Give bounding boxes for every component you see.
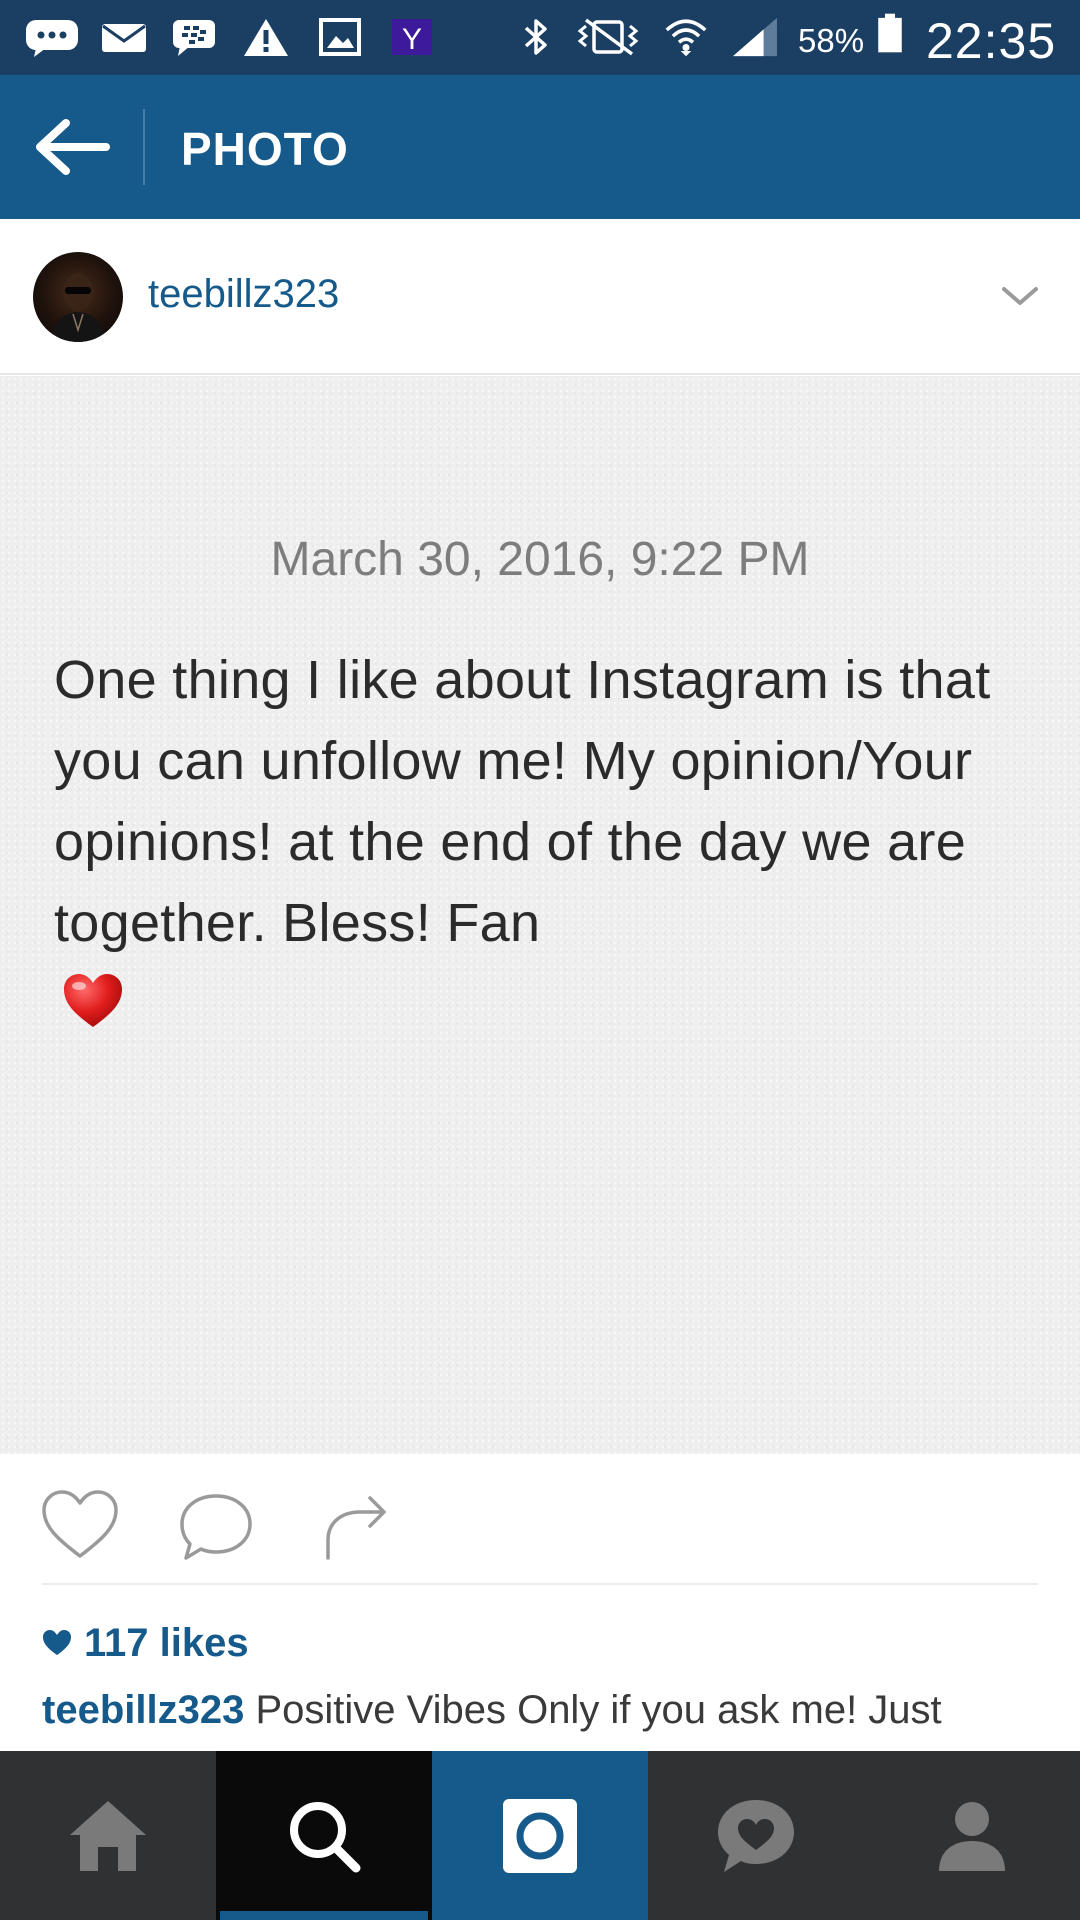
signal-icon <box>733 17 777 57</box>
note-date: March 30, 2016, 9:22 PM <box>270 533 810 586</box>
post-header: teebillz323 <box>0 219 1080 375</box>
post-actions <box>0 1454 1080 1584</box>
wifi-icon <box>665 19 707 57</box>
likes-count: 117 likes <box>84 1620 249 1665</box>
actions-divider <box>42 1583 1038 1585</box>
battery-icon <box>878 13 902 53</box>
note-text: One thing I like about Instagram is that… <box>54 650 991 953</box>
back-button[interactable] <box>28 111 118 183</box>
active-tab-indicator <box>220 1911 428 1920</box>
page-title: PHOTO <box>181 123 349 175</box>
svg-text:Y: Y <box>402 23 422 56</box>
chevron-down-icon[interactable] <box>996 279 1044 315</box>
arrow-left-icon <box>36 119 110 175</box>
yahoo-icon: Y <box>392 19 432 56</box>
status-bar: Y 58% 22:35 <box>0 0 1080 75</box>
post-username[interactable]: teebillz323 <box>148 272 339 317</box>
battery-percent: 58% <box>798 22 865 59</box>
gallery-icon <box>319 18 361 56</box>
bbm-icon <box>173 20 215 56</box>
search-icon <box>290 1801 361 1872</box>
nav-camera[interactable] <box>432 1751 648 1920</box>
app-bar-divider <box>143 109 145 185</box>
heart-filled-icon <box>43 1630 71 1655</box>
comment-bubble-icon[interactable] <box>176 1488 256 1564</box>
nav-profile[interactable] <box>864 1751 1080 1920</box>
red-heart-emoji <box>64 974 122 1027</box>
nav-search[interactable] <box>216 1751 432 1920</box>
profile-icon <box>939 1801 1005 1871</box>
post-image[interactable]: March 30, 2016, 9:22 PM One thing I like… <box>0 376 1080 1454</box>
mail-icon <box>102 24 146 52</box>
avatar[interactable] <box>33 252 123 342</box>
chat-bubble-icon <box>26 20 78 57</box>
share-arrow-icon[interactable] <box>316 1488 396 1564</box>
home-icon <box>70 1800 146 1871</box>
caption-text: Positive Vibes Only if you ask me! Just <box>255 1688 942 1732</box>
app-bar: PHOTO <box>0 75 1080 219</box>
clock: 22:35 <box>926 13 1057 69</box>
avatar-photo <box>51 273 105 342</box>
camera-icon <box>503 1798 577 1873</box>
caption: teebillz323 Positive Vibes Only if you a… <box>42 1688 1052 1733</box>
nav-home[interactable] <box>0 1751 216 1920</box>
warning-icon <box>244 19 288 56</box>
caption-username[interactable]: teebillz323 <box>42 1688 244 1732</box>
bluetooth-icon <box>524 19 547 55</box>
heart-outline-icon[interactable] <box>40 1488 120 1564</box>
vibrate-icon <box>577 18 639 56</box>
bottom-nav <box>0 1751 1080 1920</box>
likes-row[interactable]: 117 likes <box>42 1618 249 1668</box>
activity-heart-icon <box>718 1799 794 1872</box>
nav-activity[interactable] <box>648 1751 864 1920</box>
